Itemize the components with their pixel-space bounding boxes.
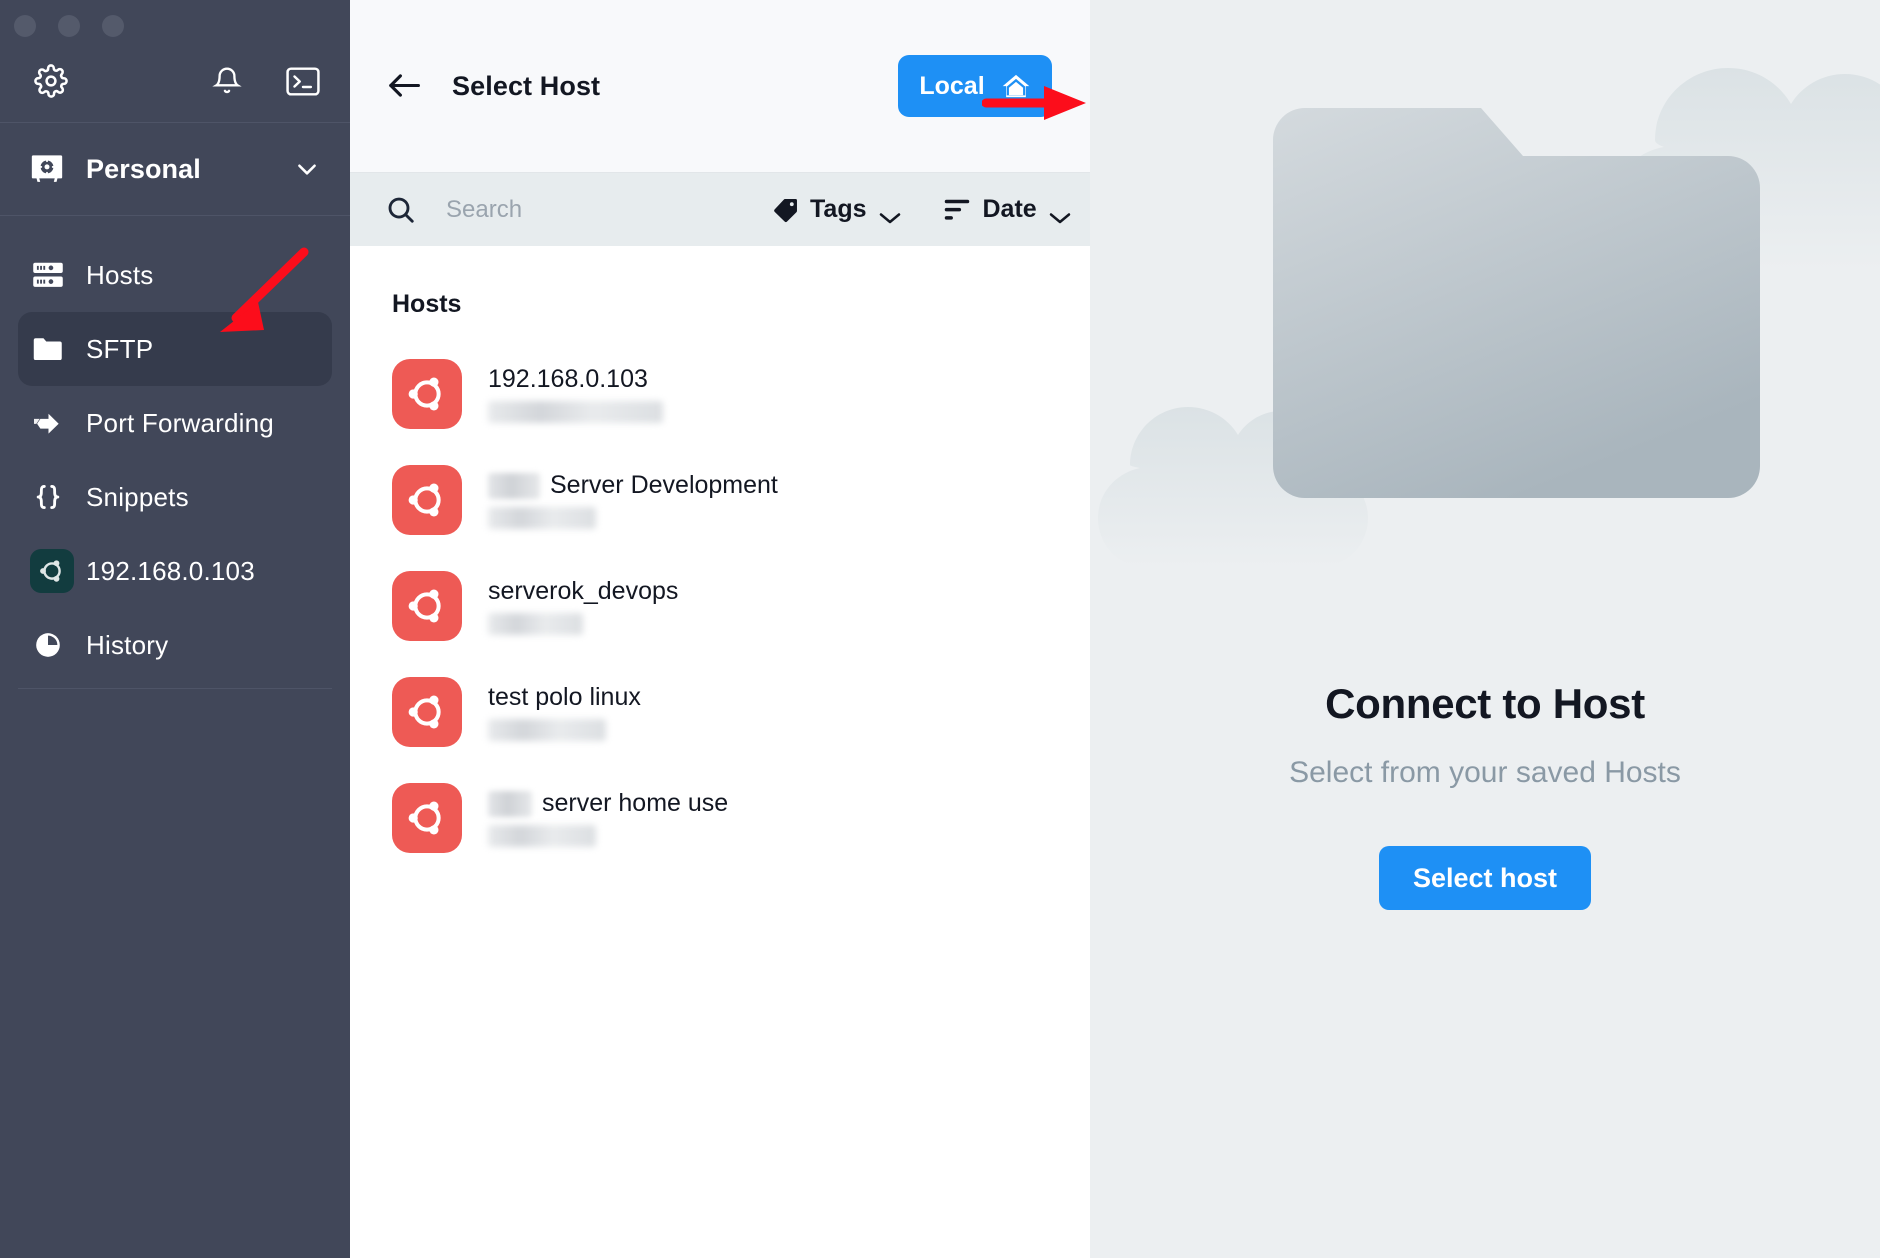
filter-bar: Tags Date [350, 172, 1090, 246]
sidebar-item-label: Hosts [86, 259, 154, 290]
search-icon [386, 195, 416, 225]
panel-header: Select Host Local [350, 0, 1090, 172]
chevron-down-icon[interactable] [294, 156, 320, 182]
select-host-button[interactable]: Select host [1378, 846, 1592, 910]
host-name: test polo linux [488, 683, 641, 712]
arrow-right-icon [32, 410, 86, 437]
minimize-window-button[interactable] [58, 15, 80, 37]
vault-selector[interactable]: Personal [0, 123, 350, 215]
redacted-host-subtitle [488, 825, 596, 847]
sidebar-item-label: Snippets [86, 481, 189, 512]
host-list-item[interactable]: 192.168.0.103 [350, 341, 1090, 447]
gear-icon[interactable] [34, 64, 68, 98]
sidebar-item-port-forwarding[interactable]: Port Forwarding [18, 386, 332, 460]
sidebar-item-snippets[interactable]: Snippets [18, 460, 332, 534]
host-name-label: server home use [542, 789, 729, 817]
folder-clouds-illustration [1090, 0, 1880, 640]
sidebar-divider-bottom [18, 688, 332, 689]
redacted-host-subtitle [488, 719, 606, 741]
host-text-block: 192.168.0.103 [488, 365, 663, 423]
folder-icon [32, 336, 86, 363]
host-list-item[interactable]: Server Development [350, 447, 1090, 553]
empty-state-subtitle: Select from your saved Hosts [1289, 756, 1681, 789]
host-name-label: Server Development [550, 471, 778, 499]
host-list-item[interactable]: server home use [350, 765, 1090, 871]
bell-icon[interactable] [212, 64, 242, 98]
arrow-left-icon[interactable] [386, 71, 422, 101]
host-name-label: 192.168.0.103 [488, 365, 648, 393]
maximize-window-button[interactable] [102, 15, 124, 37]
ubuntu-icon [392, 571, 462, 641]
hosts-container: 192.168.0.103 Server Development servero… [350, 341, 1090, 871]
host-name: Server Development [488, 471, 778, 500]
ubuntu-icon [392, 677, 462, 747]
connect-empty-state-panel: Connect to Host Select from your saved H… [1090, 0, 1880, 1258]
tags-filter-button[interactable]: Tags [772, 195, 901, 224]
vault-name: Personal [86, 153, 201, 184]
host-name: 192.168.0.103 [488, 365, 663, 394]
tags-filter-label: Tags [810, 195, 867, 223]
redacted-name-prefix [488, 790, 532, 817]
sidebar-item-history[interactable]: History [18, 608, 332, 682]
host-text-block: Server Development [488, 471, 778, 529]
sidebar-item-sftp[interactable]: SFTP [18, 312, 332, 386]
sort-icon [943, 197, 971, 223]
hosts-list: Hosts 192.168.0.103 Server Development s… [350, 246, 1090, 1258]
redacted-name-prefix [488, 472, 540, 499]
sidebar-item-label: History [86, 629, 169, 660]
host-text-block: server home use [488, 789, 728, 847]
house-icon [1001, 72, 1031, 100]
host-list-item[interactable]: test polo linux [350, 659, 1090, 765]
braces-icon [32, 482, 86, 512]
app-window: Personal Hosts SFTP Port Forwarding Snip… [0, 0, 1880, 1258]
host-text-block: serverok_devops [488, 577, 678, 635]
date-sort-label: Date [982, 195, 1037, 223]
sidebar-nav: Hosts SFTP Port Forwarding Snippets 192.… [0, 216, 350, 1258]
empty-state-title: Connect to Host [1325, 680, 1645, 727]
search-input[interactable] [446, 195, 756, 224]
date-sort-button[interactable]: Date [943, 195, 1071, 224]
host-name-label: test polo linux [488, 683, 641, 711]
host-text-block: test polo linux [488, 683, 641, 741]
host-name: serverok_devops [488, 577, 678, 606]
sidebar-item-hosts[interactable]: Hosts [18, 238, 332, 312]
ubuntu-icon [392, 359, 462, 429]
host-selection-panel: Select Host Local Search Tags Date Hosts… [350, 0, 1090, 1258]
hosts-section-title: Hosts [392, 290, 462, 318]
sidebar-item-host-192-168-0-103[interactable]: 192.168.0.103 [18, 534, 332, 608]
server-icon [32, 260, 86, 290]
close-window-button[interactable] [14, 15, 36, 37]
host-list-item[interactable]: serverok_devops [350, 553, 1090, 659]
clock-icon [32, 629, 86, 661]
ubuntu-icon [392, 783, 462, 853]
chevron-down-icon [879, 203, 901, 223]
redacted-host-subtitle [488, 613, 583, 635]
sidebar-toolbar [0, 40, 350, 122]
page-title: Select Host [452, 70, 601, 101]
ubuntu-icon [392, 465, 462, 535]
host-name: server home use [488, 789, 728, 818]
vault-icon [30, 152, 64, 186]
host-name-label: serverok_devops [488, 577, 679, 605]
local-button[interactable]: Local [898, 55, 1052, 117]
redacted-host-subtitle [488, 401, 663, 423]
tag-icon [772, 197, 798, 223]
ubuntu-icon [30, 549, 86, 593]
sidebar: Personal Hosts SFTP Port Forwarding Snip… [0, 0, 350, 1258]
terminal-icon[interactable] [286, 66, 320, 96]
sidebar-item-label: 192.168.0.103 [86, 555, 255, 586]
local-button-label: Local [919, 71, 985, 100]
redacted-host-subtitle [488, 507, 596, 529]
sidebar-item-label: SFTP [86, 333, 154, 364]
window-traffic-lights [0, 0, 350, 40]
sidebar-item-label: Port Forwarding [86, 407, 274, 438]
chevron-down-icon [1049, 203, 1071, 223]
